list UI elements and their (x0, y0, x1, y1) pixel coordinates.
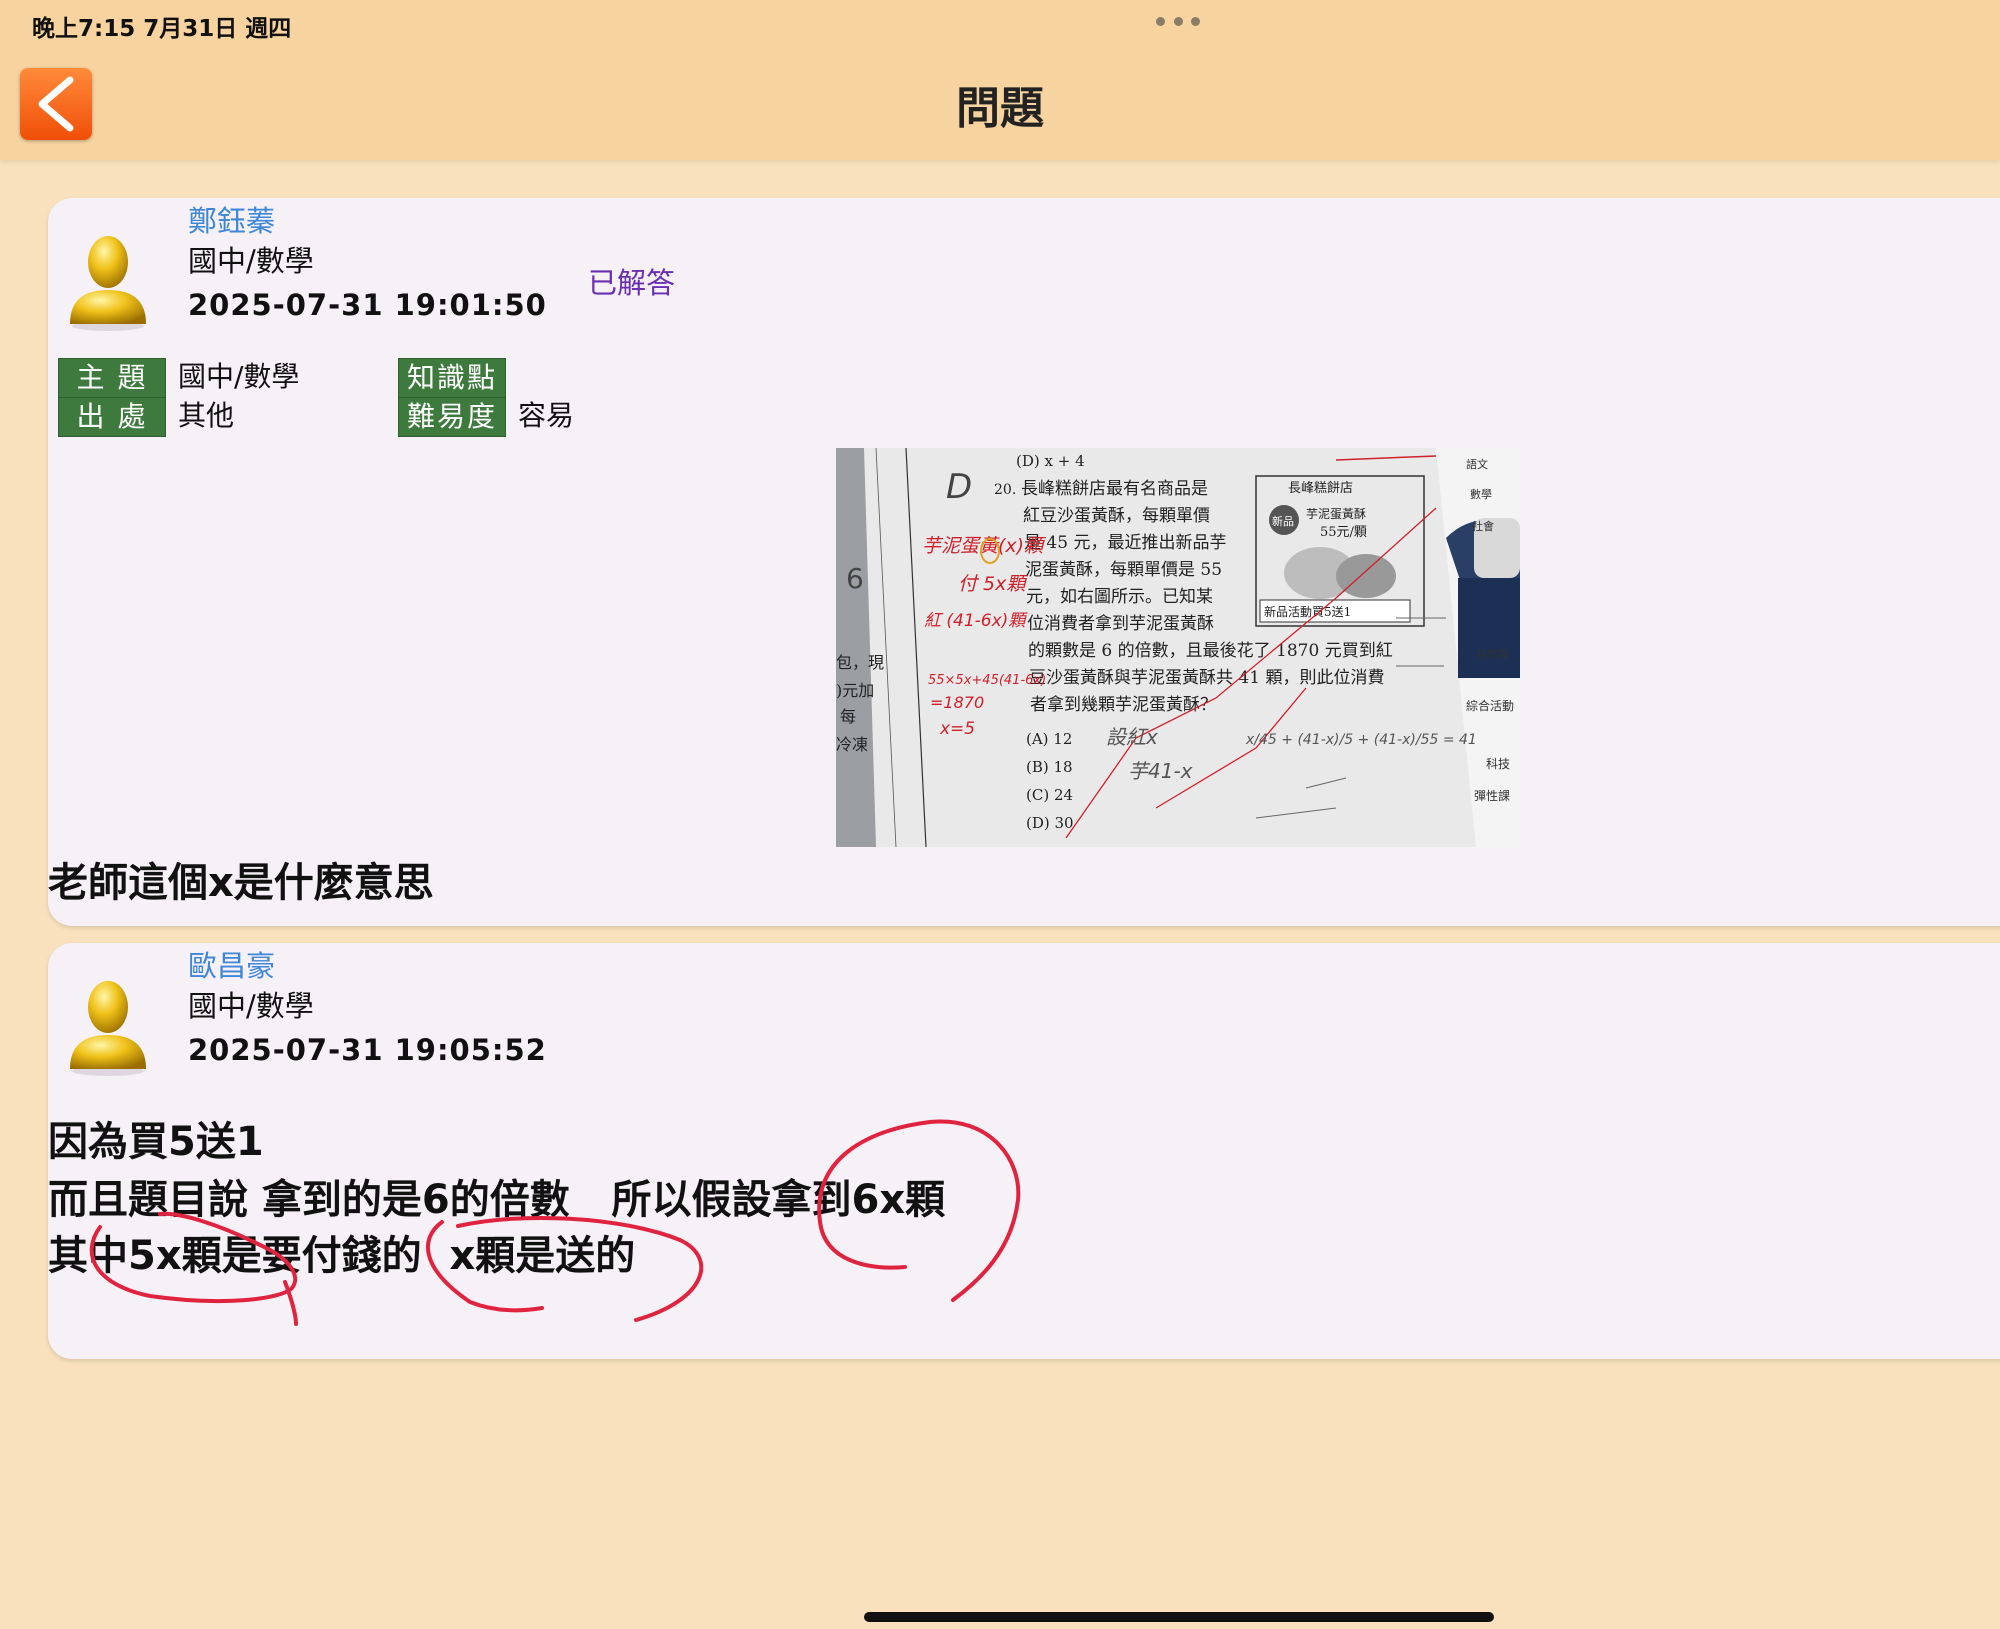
option-b: (B) 18 (1026, 758, 1073, 776)
side-label-1: 語文 (1466, 457, 1488, 471)
topic-label: 主 題 (58, 358, 166, 398)
side-label-4: 自然與 (1476, 647, 1509, 661)
source-label: 出 處 (58, 397, 166, 437)
option-a: (A) 12 (1026, 730, 1072, 748)
worksheet-line-3: 是 45 元，最近推出新品芋 (1024, 533, 1226, 553)
worksheet-line-5: 元，如右圖所示。已知某 (1026, 587, 1213, 607)
red-note-1: 芋泥蛋黃(x)顆 (922, 535, 1046, 557)
navigation-header: 晚上7:15 7月31日 週四 問題 (0, 0, 2000, 160)
ad-promo: 新品活動買5送1 (1264, 604, 1351, 619)
knowledge-label: 知識點 (398, 358, 506, 398)
home-indicator (864, 1612, 1494, 1622)
side-label-7: 彈性課 (1474, 788, 1510, 803)
worksheet-line-4: 泥蛋黃酥，每顆單價是 55 (1025, 560, 1222, 580)
margin-text-2: )元加 (836, 681, 874, 700)
red-note-4: 55×5x+45(41-6x) (928, 673, 1046, 688)
svg-text:6: 6 (846, 562, 864, 595)
post-timestamp: 2025-07-31 19:05:52 (188, 1033, 547, 1067)
difficulty-label: 難易度 (398, 397, 506, 437)
prev-option: (D) x + 4 (1016, 452, 1085, 470)
question-number: 20. (994, 482, 1016, 498)
ad-badge: 新品 (1272, 514, 1294, 528)
pencil-note-1: 設紅x (1106, 725, 1158, 749)
side-label-6: 科技 (1486, 757, 1510, 771)
answer-line-1: 因為買5送1 (48, 1119, 264, 1165)
worksheet-line-8: 豆沙蛋黃酥與芋泥蛋黃酥共 41 顆，則此位消費 (1029, 668, 1384, 688)
worksheet-line-6: 位消費者拿到芋泥蛋黃酥 (1027, 613, 1214, 634)
question-body: 老師這個x是什麼意思 (48, 860, 434, 906)
margin-text-1: 包，現 (836, 653, 884, 672)
topic-value: 國中/數學 (178, 360, 300, 393)
multitasking-dots-icon[interactable] (1156, 17, 1200, 27)
post-timestamp: 2025-07-31 19:01:50 (188, 288, 547, 322)
side-label-5: 綜合活動 (1466, 698, 1514, 713)
author-name[interactable]: 鄭鈺蓁 (188, 198, 275, 240)
margin-text-3: 每 (840, 707, 856, 726)
svg-text:D: D (946, 467, 972, 507)
user-avatar-icon (70, 981, 146, 1076)
red-note-2: 付 5x顆 (958, 573, 1028, 595)
side-label-2: 數學 (1470, 488, 1492, 501)
red-note-5: =1870 (930, 693, 984, 712)
source-value: 其他 (178, 399, 235, 432)
pastry-cut-image (1336, 554, 1396, 598)
red-note-6: x=5 (939, 719, 975, 739)
answer-card: 歐昌豪 國中/數學 2025-07-31 19:05:52 因為買5送1 而且題… (48, 943, 2000, 1359)
pencil-note-2: 芋41-x (1128, 759, 1193, 783)
option-c: (C) 24 (1026, 786, 1073, 804)
worksheet-line-7: 的顆數是 6 的倍數，且最後花了 1870 元買到紅 (1028, 641, 1393, 661)
question-card: 鄭鈺蓁 國中/數學 2025-07-31 19:01:50 已解答 主 題 出 … (48, 198, 2000, 926)
user-avatar-icon (70, 236, 146, 331)
red-note-3: 紅 (41-6x)顆 (924, 611, 1028, 631)
author-subject: 國中/數學 (188, 989, 314, 1023)
author-subject: 國中/數學 (188, 244, 314, 278)
question-photo[interactable]: (D) x + 4 20. 長峰糕餅店最有名商品是 紅豆沙蛋黃酥，每顆單價 是 … (836, 448, 1520, 847)
side-label-3: 社會 (1472, 519, 1494, 533)
ad-title: 長峰糕餅店 (1288, 481, 1353, 496)
pencil-note-3: x/45 + (41-x)/5 + (41-x)/55 = 41 (1245, 732, 1477, 748)
option-d: (D) 30 (1026, 814, 1074, 832)
margin-text-4: 冷凍 (836, 735, 868, 754)
status-badge: 已解答 (588, 266, 676, 300)
page-title: 問題 (956, 83, 1044, 134)
worksheet-line-1: 長峰糕餅店最有名商品是 (1021, 479, 1208, 499)
status-bar-time: 晚上7:15 7月31日 週四 (32, 16, 292, 42)
answer-line-2: 而且題目說 拿到的是6的倍數 所以假設拿到6x顆 (48, 1177, 946, 1223)
worksheet-photo: (D) x + 4 20. 長峰糕餅店最有名商品是 紅豆沙蛋黃酥，每顆單價 是 … (836, 448, 1520, 847)
ad-product: 芋泥蛋黃酥 (1306, 507, 1366, 521)
worksheet-line-2: 紅豆沙蛋黃酥，每顆單價 (1023, 506, 1210, 526)
author-name[interactable]: 歐昌豪 (188, 943, 275, 985)
answer-line-3: 其中5x顆是要付錢的 x顆是送的 (48, 1233, 636, 1279)
ad-price: 55元/顆 (1320, 525, 1367, 540)
difficulty-value: 容易 (518, 399, 575, 432)
